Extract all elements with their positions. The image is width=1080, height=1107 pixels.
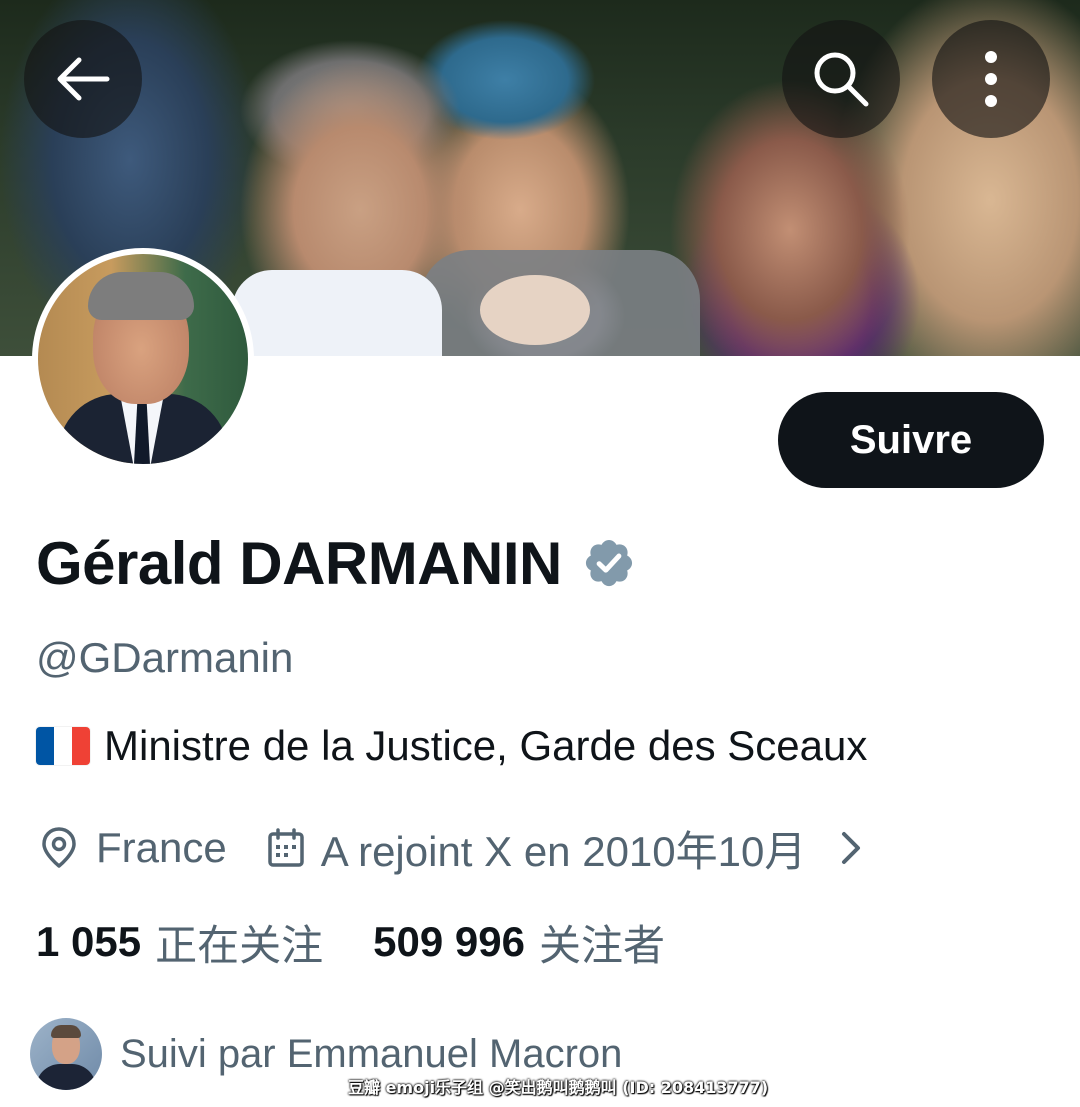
- following-link[interactable]: 1 055 正在关注: [36, 912, 323, 973]
- following-count: 1 055: [36, 918, 142, 965]
- followers-label: 关注者: [538, 921, 665, 969]
- avatar-image: [38, 254, 248, 464]
- more-vertical-icon: [985, 51, 997, 107]
- banner-figure: [232, 270, 442, 356]
- calendar-icon: [263, 828, 309, 868]
- bio-text: Ministre de la Justice, Garde des Sceaux: [104, 722, 868, 769]
- display-name-row: Gérald DARMANIN: [36, 528, 636, 598]
- france-flag-icon: [36, 727, 90, 765]
- joined-date-text: A rejoint X en 2010年10月: [320, 827, 807, 875]
- followed-by-text: Suivi par Emmanuel Macron: [120, 1031, 623, 1076]
- arrow-left-icon: [57, 57, 110, 101]
- banner-figure: [480, 275, 590, 345]
- location-pin-icon: [36, 826, 82, 870]
- chevron-right-icon[interactable]: [836, 829, 866, 867]
- display-name: Gérald DARMANIN: [36, 529, 562, 597]
- followers-count: 509 996: [373, 918, 525, 965]
- location-text: France: [96, 824, 227, 871]
- followers-link[interactable]: 509 996 关注者: [373, 912, 665, 973]
- search-icon: [814, 52, 869, 107]
- bio: Ministre de la Justice, Garde des Sceaux: [36, 722, 867, 770]
- image-watermark: 豆瓣 emoji乐子组 @笑出鹅叫鹅鹅叫 (ID: 208413777): [348, 1078, 769, 1097]
- profile-avatar[interactable]: [32, 248, 254, 470]
- profile-meta: France A rejoint X en 2010年10月: [36, 818, 866, 878]
- more-options-button[interactable]: [932, 20, 1050, 138]
- user-handle: @GDarmanin: [36, 634, 294, 681]
- following-label: 正在关注: [155, 921, 324, 969]
- search-button[interactable]: [782, 20, 900, 138]
- back-button[interactable]: [24, 20, 142, 138]
- follower-avatar: [30, 1018, 102, 1090]
- profile-stats: 1 055 正在关注 509 996 关注者: [36, 912, 665, 972]
- follow-button[interactable]: Suivre: [778, 392, 1044, 488]
- verified-badge-icon[interactable]: [582, 536, 636, 590]
